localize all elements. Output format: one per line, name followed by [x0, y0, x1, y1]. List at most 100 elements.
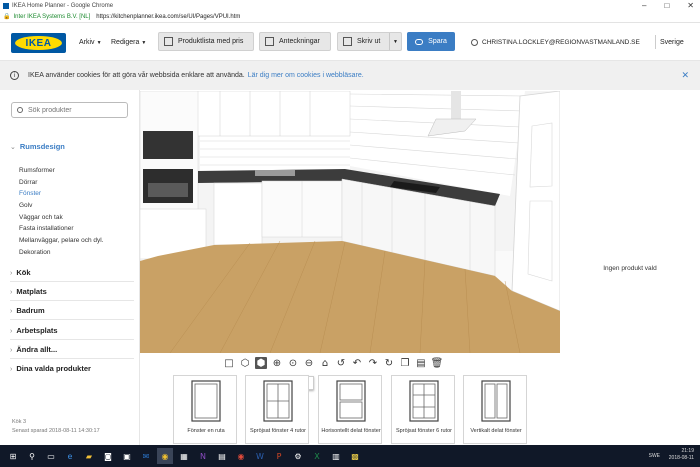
- outlook-icon[interactable]: ✉: [138, 448, 154, 464]
- delete-icon[interactable]: 🗑: [431, 357, 444, 369]
- menu-arkiv[interactable]: Arkiv ▼: [79, 39, 102, 46]
- category-label: Matplats: [16, 287, 47, 296]
- category-dina-valda-produkter[interactable]: › Dina valda produkter: [10, 364, 135, 373]
- keyboard-language[interactable]: SWE: [649, 453, 660, 459]
- subitem-mellanvaggar[interactable]: Mellanväggar, pelare och dyl.: [19, 235, 104, 247]
- redo-icon[interactable]: ↷: [367, 357, 379, 369]
- product-card-vertikalt[interactable]: Vertikalt delat fönster: [463, 375, 527, 444]
- subitem-rumsformer[interactable]: Rumsformer: [19, 165, 104, 177]
- word-icon[interactable]: W: [252, 448, 268, 464]
- rotate-left-icon[interactable]: ↺: [335, 357, 347, 369]
- search-box[interactable]: [11, 102, 128, 118]
- close-window-icon[interactable]: ✕: [687, 1, 694, 10]
- category-kok[interactable]: › Kök: [10, 268, 135, 277]
- edge-icon[interactable]: e: [62, 448, 78, 464]
- zoom-in-icon[interactable]: ⊕: [271, 357, 283, 369]
- document-icon[interactable]: ▥: [328, 448, 344, 464]
- url-text[interactable]: https://kitchenplanner.ikea.com/se/UI/Pa…: [96, 14, 240, 20]
- copy-icon[interactable]: ❐: [399, 357, 411, 369]
- category-andra-allt[interactable]: › Ändra allt...: [10, 345, 135, 354]
- measure-icon[interactable]: ▤: [415, 357, 427, 369]
- zoom-icon[interactable]: ⊙: [287, 357, 299, 369]
- product-card-horisontellt[interactable]: Horisontellt delat fönster: [318, 375, 382, 444]
- search-icon[interactable]: ⚲: [24, 448, 40, 464]
- search-input[interactable]: [27, 106, 127, 114]
- product-card-sprojsat-4[interactable]: Spröjsat fönster 4 rutor: [245, 375, 309, 444]
- save-button[interactable]: Spara: [407, 32, 455, 51]
- menu-redigera-label: Redigera: [111, 39, 140, 46]
- excel-icon[interactable]: X: [309, 448, 325, 464]
- store-icon[interactable]: ▣: [119, 448, 135, 464]
- chevron-right-icon: ›: [10, 347, 13, 354]
- logo-text: IKEA: [15, 36, 62, 50]
- home-icon[interactable]: ⌂: [319, 357, 331, 369]
- task-view-icon[interactable]: ▭: [43, 448, 59, 464]
- maximize-icon[interactable]: □: [664, 1, 669, 10]
- window-vertical-split-icon: [481, 380, 511, 422]
- print-dropdown-icon[interactable]: ▼: [389, 33, 401, 50]
- cookie-notice: i IKEA använder cookies för att göra vår…: [0, 61, 700, 90]
- chevron-right-icon: ›: [10, 328, 13, 335]
- subitem-vaggar-och-tak[interactable]: Väggar och tak: [19, 212, 104, 224]
- close-icon[interactable]: ✕: [681, 70, 689, 81]
- plan-info: Kök 3 Senast sparad 2018-08-11 14:30:17: [12, 418, 100, 436]
- cookie-link[interactable]: Lär dig mer om cookies i webbläsare.: [248, 72, 364, 79]
- settings-icon[interactable]: ⚙: [290, 448, 306, 464]
- windows-start-icon[interactable]: ⊞: [5, 448, 21, 464]
- subitem-golv[interactable]: Golv: [19, 200, 104, 212]
- system-clock[interactable]: 21:19 2018-08-11: [669, 448, 694, 462]
- print-icon: [343, 37, 352, 46]
- rotate-right-icon[interactable]: ↻: [383, 357, 395, 369]
- divider: [10, 339, 134, 340]
- product-card-fonster-en-ruta[interactable]: Fönster en ruta: [173, 375, 237, 444]
- camera-icon[interactable]: ◙: [100, 448, 116, 464]
- price-list-icon: [164, 37, 173, 46]
- clock-time: 21:19: [681, 448, 694, 454]
- product-card-sprojsat-6[interactable]: Spröjsat fönster 6 rutor: [391, 375, 455, 444]
- chevron-right-icon: ›: [10, 289, 13, 296]
- category-matplats[interactable]: › Matplats: [10, 287, 135, 296]
- subitem-fasta-installationer[interactable]: Fasta installationer: [19, 223, 104, 235]
- 3d-view-icon[interactable]: ⬡: [239, 357, 251, 369]
- category-label: Badrum: [16, 306, 45, 315]
- notes-button[interactable]: Anteckningar: [259, 32, 331, 51]
- product-info-panel: Ingen produkt vald: [560, 91, 700, 445]
- chevron-right-icon: ›: [10, 366, 13, 373]
- ikea-logo[interactable]: IKEA: [11, 33, 66, 53]
- category-arbetsplats[interactable]: › Arbetsplats: [10, 326, 135, 335]
- print-button[interactable]: Skriv ut ▼: [337, 32, 402, 51]
- zoom-out-icon[interactable]: ⊖: [303, 357, 315, 369]
- file-explorer-icon[interactable]: ▰: [81, 448, 97, 464]
- user-account[interactable]: CHRISTINA.LOCKLEY@REGIONVASTMANLAND.SE: [471, 39, 640, 46]
- category-badrum[interactable]: › Badrum: [10, 306, 135, 315]
- subitem-dorrar[interactable]: Dörrar: [19, 177, 104, 189]
- view-toolbar: □ ⬡ ⬢ ⊕ ⊙ ⊖ ⌂ ↺ ↶ ↷ ↻ ❐ ▤ 🗑: [223, 355, 443, 371]
- category-label: Rumsdesign: [19, 142, 65, 151]
- 2d-view-icon[interactable]: □: [223, 357, 235, 369]
- sticky-notes-icon[interactable]: ▩: [347, 448, 363, 464]
- onenote-icon[interactable]: N: [195, 448, 211, 464]
- subitem-dekoration[interactable]: Dekoration: [19, 247, 104, 259]
- no-product-selected: Ingen produkt vald: [603, 265, 657, 272]
- category-rumsdesign[interactable]: ⌄ Rumsdesign: [10, 142, 65, 151]
- product-list-button[interactable]: Produktlista med pris: [158, 32, 254, 51]
- 3d-cube-icon[interactable]: ⬢: [255, 357, 267, 369]
- subitem-fonster[interactable]: Fönster: [19, 188, 104, 200]
- divider: [10, 358, 134, 359]
- os-taskbar: ⊞ ⚲ ▭ e ▰ ◙ ▣ ✉ ◉ ▦ N ▤ ◉ W P ⚙ X ▥ ▩ SW…: [0, 445, 700, 467]
- product-label: Spröjsat fönster 6 rutor: [396, 428, 452, 434]
- minimize-icon[interactable]: –: [642, 1, 646, 10]
- app-icon[interactable]: ▦: [176, 448, 192, 464]
- address-bar[interactable]: 🔒 Inter IKEA Systems B.V. [NL] https://k…: [0, 11, 700, 23]
- window-four-pane-icon: [263, 380, 293, 422]
- powerpoint-icon[interactable]: P: [271, 448, 287, 464]
- photos-icon[interactable]: ▤: [214, 448, 230, 464]
- divider: [10, 319, 134, 320]
- 3d-kitchen-view[interactable]: [140, 91, 560, 353]
- chrome-alt-icon[interactable]: ◉: [233, 448, 249, 464]
- subitem-list: Rumsformer Dörrar Fönster Golv Väggar oc…: [19, 165, 104, 259]
- undo-icon[interactable]: ↶: [351, 357, 363, 369]
- language-selector[interactable]: Sverige: [660, 39, 684, 46]
- chrome-icon[interactable]: ◉: [157, 448, 173, 464]
- menu-redigera[interactable]: Redigera ▼: [111, 39, 146, 46]
